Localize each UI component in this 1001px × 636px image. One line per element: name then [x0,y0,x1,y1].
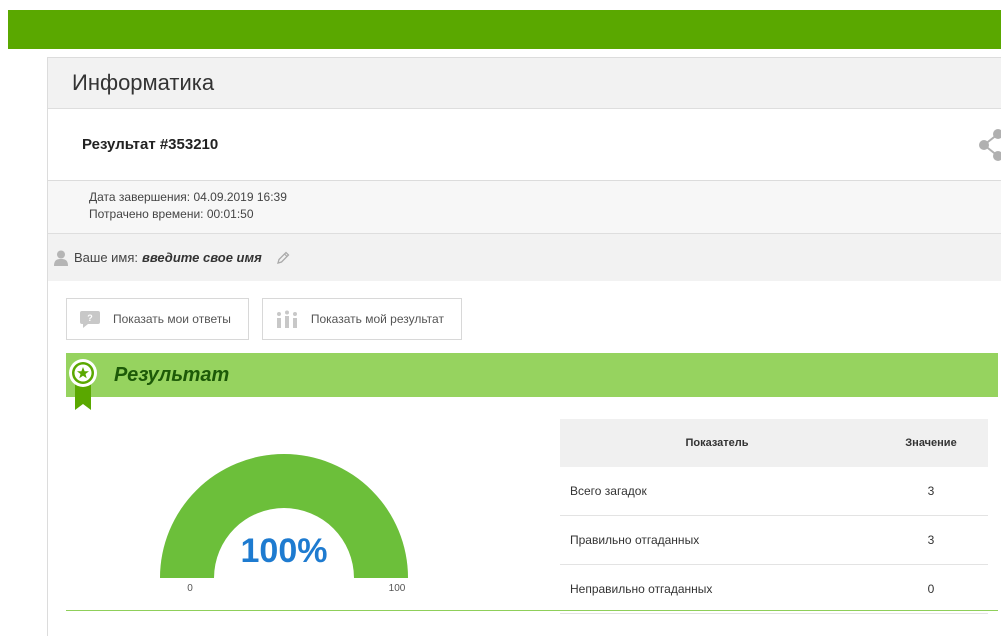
stats-table: Показатель Значение Всего загадок 3 Прав… [560,419,988,614]
column-header-value: Значение [874,419,988,467]
column-header-indicator: Показатель [560,419,874,467]
table-cell-label: Правильно отгаданных [560,515,874,565]
user-icon [54,250,68,266]
table-row: Всего загадок 3 [560,467,988,516]
table-cell-value: 0 [874,564,988,614]
pencil-icon[interactable] [276,251,290,265]
question-bubble-icon: ? [80,311,100,328]
name-label: Ваше имя: [74,250,139,265]
result-title: Результат #353210 [82,136,219,153]
show-answers-button[interactable]: ? Показать мои ответы [66,298,249,340]
banner-title: Результат [114,363,230,386]
table-cell-label: Неправильно отгаданных [560,564,874,614]
gauge-max-label: 100 [389,583,406,594]
result-card: Информатика Результат #353210 Дата завер… [47,57,1001,636]
result-header: Результат #353210 [48,109,1001,181]
table-header-row: Показатель Значение [560,419,988,467]
people-stats-icon [276,310,297,328]
user-name-row: Ваше имя: введите свое имя [48,234,1001,281]
table-row: Неправильно отгаданных 0 [560,564,988,614]
table-cell-value: 3 [874,515,988,565]
name-input[interactable]: введите свое имя [142,250,262,265]
action-buttons: ? Показать мои ответы Показать мой резул… [66,298,462,340]
gauge-min-label: 0 [187,583,193,594]
show-result-label: Показать мой результат [310,312,444,326]
table-cell-label: Всего загадок [560,467,874,516]
svg-text:?: ? [87,313,93,323]
score-gauge: 100% 0 100 [160,454,408,594]
top-bar [8,10,1001,49]
share-icon[interactable] [978,128,1001,161]
subject-title: Информатика [48,58,1001,109]
gauge-percent: 100% [241,532,328,570]
award-badge-icon [69,359,97,410]
show-result-button[interactable]: Показать мой результат [261,298,462,340]
result-meta: Дата завершения: 04.09.2019 16:39 Потрач… [48,181,1001,234]
show-answers-label: Показать мои ответы [113,312,231,326]
bottom-divider [66,610,998,611]
completion-date: Дата завершения: 04.09.2019 16:39 [89,190,287,204]
table-row: Правильно отгаданных 3 [560,515,988,565]
result-banner: Результат [66,353,998,410]
table-cell-value: 3 [874,467,988,516]
time-spent: Потрачено времени: 00:01:50 [89,207,254,221]
